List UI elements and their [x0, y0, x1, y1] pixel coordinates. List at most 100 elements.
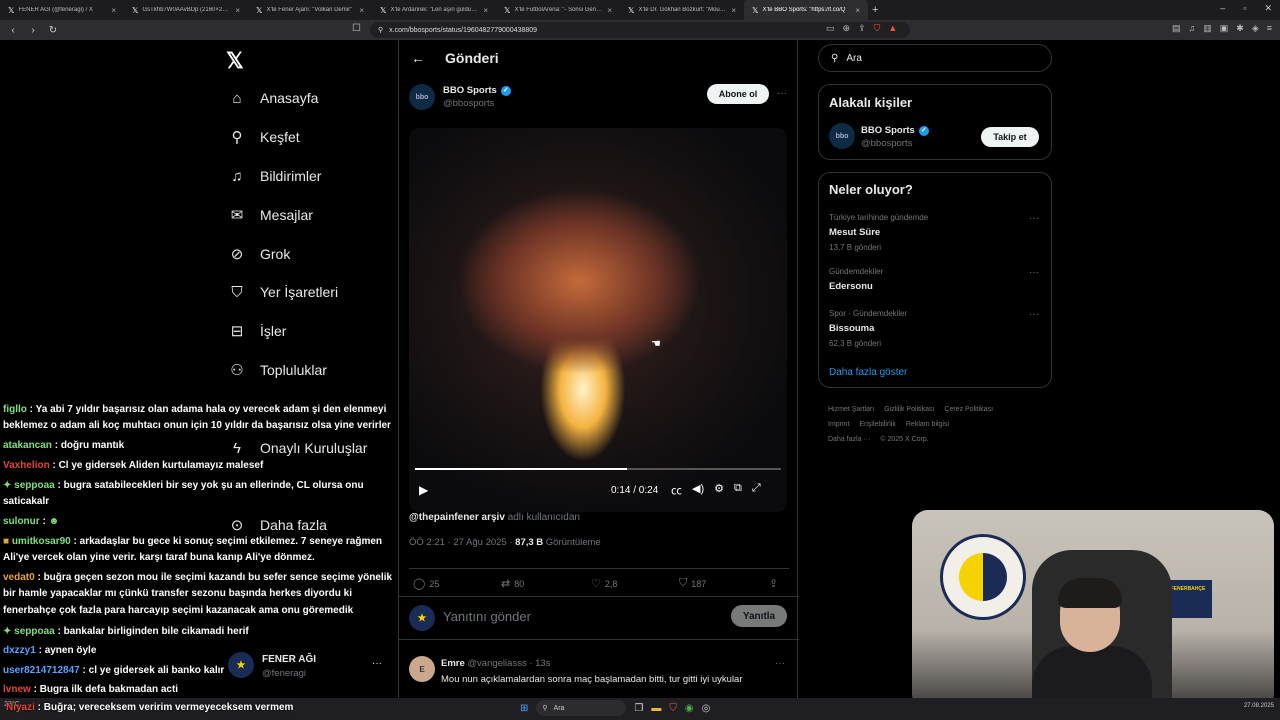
follow-button[interactable]: Takip et [981, 127, 1039, 147]
trend-item[interactable]: Türkiye tarihinde gündemde Mesut Süre 13… [829, 213, 1039, 252]
reply-input[interactable]: Yanıtını gönder [443, 609, 531, 624]
settings-gear-icon[interactable]: ⚙ [714, 482, 724, 498]
nav-item-explore[interactable]: ⚲ Keşfet [228, 123, 300, 151]
show-more-link[interactable]: Daha fazla göster [829, 367, 907, 378]
panel-icon[interactable]: ▥ [1203, 23, 1212, 34]
bookmark-page-icon[interactable]: ☐ [352, 23, 361, 34]
search-input[interactable]: ⚲ Ara [818, 44, 1052, 72]
nav-item-communities[interactable]: ⚇ Topluluklar [228, 356, 327, 384]
reply-button[interactable]: Yanıtla [731, 605, 787, 627]
file-explorer-icon[interactable]: ▬ [651, 703, 661, 714]
footer-link[interactable]: Imprint [828, 421, 849, 428]
brave-rewards-icon[interactable]: ▲ [888, 23, 897, 34]
trend-item[interactable]: Spor · Gündemdekiler Bissouma 62,3 B gön… [829, 309, 1039, 348]
post-more-icon[interactable]: ··· [777, 88, 787, 99]
browser-tab[interactable]: 𝕏 X'te Dr. Gökhan Bozkurt: "Mourinho × [620, 0, 744, 20]
close-tab-icon[interactable]: × [111, 6, 116, 15]
post-timestamp[interactable]: ÖÖ 2:21 · 27 Ağu 2025 · [409, 537, 513, 548]
reply-author-name[interactable]: Emre [441, 658, 465, 669]
browser-tab[interactable]: 𝕏 FENER AĞI (@feneragi) / X × [0, 0, 124, 20]
brave-shield-icon[interactable]: ⛉ [874, 23, 881, 34]
play-icon[interactable]: ▶ [419, 483, 428, 497]
browser-tab[interactable]: 𝕏 X'te Fener Ajanı: "Volkan Demir" × [248, 0, 372, 20]
footer-link[interactable]: Reklam bilgisi [906, 421, 949, 428]
music-icon[interactable]: ♫ [1188, 23, 1195, 34]
author-name[interactable]: BBO Sports [443, 85, 497, 96]
share-icon[interactable]: ⇪ [858, 23, 866, 34]
account-switcher[interactable]: ★ FENER AĞI @feneragi ··· [228, 650, 388, 682]
related-avatar[interactable]: bbo [829, 123, 855, 149]
back-icon[interactable]: ‹ [6, 25, 20, 36]
close-tab-icon[interactable]: × [483, 6, 488, 15]
related-handle[interactable]: @bbosports [861, 138, 929, 149]
post-author[interactable]: bbo BBO Sports ✓ @bbosports [409, 84, 511, 110]
taskbar-search[interactable]: ⚲ Ara [536, 700, 627, 716]
vpn-icon[interactable]: ◈ [1252, 23, 1259, 34]
browser-tab[interactable]: 𝕏 X'te Ardanrek: "Len aşın güldüm SH × [372, 0, 496, 20]
site-info-icon[interactable]: ⚲ [378, 26, 383, 34]
footer-link[interactable]: Daha fazla ··· [828, 436, 870, 443]
zoom-icon[interactable]: ⊕ [843, 23, 851, 34]
trend-more-icon[interactable]: ··· [1029, 309, 1039, 320]
browser-tab[interactable]: 𝕏 X'te FutbolArena: "- Sonsi Geny Cats × [496, 0, 620, 20]
close-tab-icon[interactable]: × [607, 6, 612, 15]
footer-link[interactable]: Erişilebilirlik [859, 421, 896, 428]
author-handle[interactable]: @bbosports [443, 98, 511, 109]
new-tab-icon[interactable]: + [872, 4, 878, 16]
forward-icon[interactable]: › [26, 25, 40, 36]
close-tab-icon[interactable]: × [359, 6, 364, 15]
nav-item-bookmarks[interactable]: ⛉ Yer İşaretleri [228, 278, 338, 306]
related-name[interactable]: BBO Sports [861, 125, 915, 136]
nav-item-messages[interactable]: ✉ Mesajlar [228, 201, 313, 229]
extensions-icon[interactable]: ✱ [1236, 23, 1244, 34]
author-avatar[interactable]: bbo [409, 84, 435, 110]
subscribe-button[interactable]: Abone ol [707, 84, 769, 104]
trend-more-icon[interactable]: ··· [1029, 267, 1039, 278]
reply-more-icon[interactable]: ··· [775, 658, 785, 669]
nav-item-grok[interactable]: ⊘ Grok [228, 240, 291, 268]
reply-avatar[interactable]: E [409, 656, 435, 682]
like-action[interactable]: ♡ 2,8 [591, 577, 617, 590]
credit-source-link[interactable]: @thepainfener arşiv [409, 512, 505, 523]
back-arrow-icon[interactable]: ← [411, 50, 425, 66]
brave-browser-icon[interactable]: ⛉ [669, 703, 677, 714]
close-tab-icon[interactable]: × [235, 6, 240, 15]
browser-tab-active[interactable]: 𝕏 X'te BBO Sports: "https://t.co/Q × [744, 0, 868, 20]
wallet-icon[interactable]: ▣ [1220, 23, 1229, 34]
close-tab-icon[interactable]: × [855, 6, 860, 15]
footer-link[interactable]: Gizlilik Politikası [884, 406, 934, 413]
minimize-icon[interactable]: – [1220, 3, 1225, 14]
footer-link[interactable]: Çerez Politikası [944, 406, 993, 413]
obs-icon[interactable]: ◎ [702, 703, 711, 714]
nav-item-jobs[interactable]: ⊟ İşler [228, 317, 287, 345]
reload-icon[interactable]: ↻ [46, 25, 60, 36]
close-window-icon[interactable]: ✕ [1264, 3, 1272, 14]
nav-item-notifications[interactable]: ♫ Bildirimler [228, 162, 321, 190]
fullscreen-icon[interactable]: ⤢ [752, 482, 761, 498]
pip-icon[interactable]: ⧉ [734, 482, 742, 498]
volume-icon[interactable]: ◀) [692, 482, 704, 498]
close-tab-icon[interactable]: × [731, 6, 736, 15]
reply-action[interactable]: ◯ 25 [413, 577, 439, 590]
browser-tab[interactable]: 𝕏 GsTkhb7W0AAvBDp (2160×2700) × [124, 0, 248, 20]
account-more-icon[interactable]: ··· [372, 658, 382, 669]
video-progress-bar[interactable] [415, 468, 781, 470]
task-view-icon[interactable]: ❐ [634, 703, 643, 714]
trend-more-icon[interactable]: ··· [1029, 213, 1039, 224]
video-player[interactable]: ▶ 0:14 / 0:24 ㏄ ◀) ⚙ ⧉ ⤢ [409, 128, 787, 512]
trend-item[interactable]: Gündemdekiler Edersonu ··· [829, 267, 1039, 292]
captions-icon[interactable]: ㏄ [671, 482, 682, 498]
x-logo-icon[interactable]: 𝕏 [226, 48, 244, 74]
nav-item-home[interactable]: ⌂ Anasayfa [228, 84, 318, 112]
sidebar-icon[interactable]: ▤ [1172, 23, 1181, 34]
start-icon[interactable]: ⊞ [520, 703, 528, 714]
repost-action[interactable]: ⇄ 80 [501, 577, 524, 590]
bookmark-action[interactable]: ⛉ 187 [679, 577, 706, 590]
share-action[interactable]: ⇪ [769, 577, 778, 590]
chrome-icon[interactable]: ◉ [685, 703, 694, 714]
maximize-icon[interactable]: ▫ [1243, 3, 1246, 14]
reply-author-handle[interactable]: @vangeliasss · 13s [467, 658, 550, 669]
menu-icon[interactable]: ≡ [1267, 23, 1272, 34]
cast-icon[interactable]: ▭ [826, 23, 835, 34]
footer-link[interactable]: Hizmet Şartları [828, 406, 874, 413]
